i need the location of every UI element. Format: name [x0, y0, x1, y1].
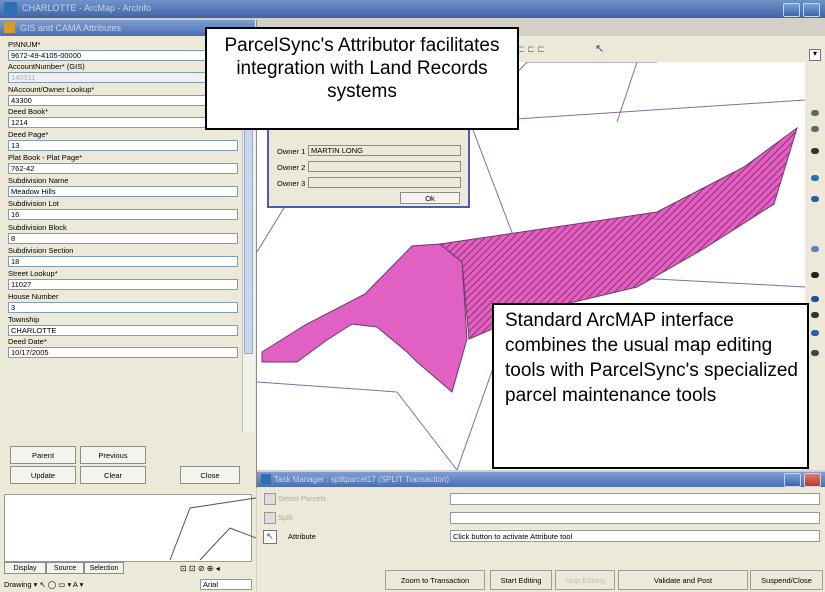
field-label: Deed Book*	[8, 107, 49, 116]
stop-editing-button: Stop Editing	[555, 570, 615, 590]
back-extent-icon[interactable]	[811, 196, 819, 202]
attributor-callout: ParcelSync's Attributor facilitates inte…	[205, 27, 519, 130]
field-label: Subdivision Name	[8, 176, 69, 185]
field-deed-date[interactable]: 10/17/2005	[8, 347, 238, 358]
attributes-icon	[4, 22, 15, 33]
task-manager-title-bar: Task Manager : splitparcel17 (SPLIT Tran…	[257, 472, 825, 487]
field-label: Deed Page*	[8, 130, 49, 139]
suspend-close-button[interactable]: Suspend/Close	[750, 570, 823, 590]
field-subdivision-section[interactable]: 18	[8, 256, 238, 267]
owner2-field[interactable]	[308, 161, 461, 172]
tab-display[interactable]: Display	[4, 562, 46, 574]
update-button[interactable]: Update	[10, 466, 76, 484]
field-plat-book[interactable]: 762-42	[8, 163, 238, 174]
field-owner-lookup[interactable]: 43300	[8, 95, 238, 106]
attribute-label: Attribute	[288, 532, 316, 541]
owner2-label: Owner 2	[277, 163, 306, 172]
field-label: House Number	[8, 292, 59, 301]
field-label: Subdivision Block	[8, 223, 67, 232]
maximize-button[interactable]	[803, 3, 820, 17]
field-account-number: 140311	[8, 72, 238, 83]
zoom-out-icon[interactable]	[811, 126, 819, 132]
toc-options-icons[interactable]: ⊡ ⊡ ⊘ ⊕ ◂	[180, 564, 220, 573]
field-label: Subdivision Lot	[8, 199, 59, 208]
pan-icon[interactable]	[811, 148, 819, 154]
field-label: NAccount/Owner Lookup*	[8, 85, 95, 94]
find-icon[interactable]	[811, 312, 819, 318]
drawing-label: Drawing	[4, 580, 32, 589]
arcmap-callout: Standard ArcMAP interface combines the u…	[492, 303, 809, 469]
owner1-label: Owner 1	[277, 147, 306, 156]
task-manager-title: Task Manager : splitparcel17 (SPLIT Tran…	[274, 475, 450, 484]
select-parcels-status	[450, 493, 820, 505]
drawing-menu[interactable]: Drawing ▾ ↖ ◯ ▭ ▾ A ▾	[4, 580, 83, 589]
select-parcels-icon[interactable]	[264, 493, 276, 505]
field-pinnum[interactable]: 9672-49-4105-00000	[8, 50, 238, 61]
globe-icon[interactable]	[811, 175, 819, 181]
field-township[interactable]: CHARLOTTE	[8, 325, 238, 336]
split-status	[450, 512, 820, 524]
start-editing-button[interactable]: Start Editing	[490, 570, 552, 590]
arcmap-globe-icon	[4, 2, 17, 15]
ok-button[interactable]: Ok	[400, 192, 460, 204]
parent-button[interactable]: Parent	[10, 446, 76, 464]
identify-icon[interactable]	[811, 246, 819, 252]
dock-toggle-button[interactable]: ▾	[809, 49, 821, 61]
tab-selection[interactable]: Selection	[84, 562, 124, 574]
field-house-number[interactable]: 3	[8, 302, 238, 313]
validate-and-post-button[interactable]: Validate and Post	[618, 570, 748, 590]
tab-source[interactable]: Source	[46, 562, 84, 574]
field-subdivision-lot[interactable]: 16	[8, 209, 238, 220]
table-of-contents	[0, 488, 256, 592]
attribute-tool-icon[interactable]: ↖	[595, 42, 609, 56]
field-label: PINNUM*	[8, 40, 41, 49]
clear-button[interactable]: Clear	[80, 466, 146, 484]
task-manager-icon	[261, 474, 271, 484]
previous-button[interactable]: Previous	[80, 446, 146, 464]
select-parcels-label: Select Parcels	[278, 494, 326, 503]
attribute-status: Click button to activate Attribute tool	[450, 530, 820, 542]
owner3-label: Owner 3	[277, 179, 306, 188]
field-label: AccountNumber* (GIS)	[8, 62, 85, 71]
split-icon[interactable]	[264, 512, 276, 524]
field-street-lookup[interactable]: 11027	[8, 279, 238, 290]
overview-map	[169, 497, 256, 560]
field-label: Plat Book - Plat Page*	[8, 153, 83, 162]
tm-close-button[interactable]	[804, 473, 821, 487]
info-icon[interactable]	[811, 296, 819, 302]
field-label: Township	[8, 315, 40, 324]
field-subdivision-block[interactable]: 8	[8, 233, 238, 244]
pointer-icon[interactable]	[811, 272, 819, 278]
owner3-field[interactable]	[308, 177, 461, 188]
field-label: Deed Date*	[8, 337, 47, 346]
app-title-bar: CHARLOTTE - ArcMap - ArcInfo	[0, 0, 825, 18]
field-label: Street Lookup*	[8, 269, 58, 278]
attribute-tool-icon[interactable]: ↖	[263, 530, 277, 544]
hyperlink-icon[interactable]	[811, 350, 819, 356]
field-subdivision-name[interactable]: Meadow Hills	[8, 186, 238, 197]
split-label: Split	[278, 513, 293, 522]
close-button[interactable]: Close	[180, 466, 240, 484]
minimize-button[interactable]	[783, 3, 800, 17]
field-deed-book[interactable]: 1214	[8, 117, 238, 128]
zoom-in-icon[interactable]	[811, 110, 819, 116]
font-dropdown[interactable]: Arial	[200, 579, 252, 590]
field-deed-page[interactable]: 13	[8, 140, 238, 151]
tm-minimize-button[interactable]	[784, 473, 801, 487]
field-label: Subdivision Section	[8, 246, 74, 255]
attributes-panel-title: GIS and CAMA Attributes	[20, 23, 122, 33]
parcel-selected[interactable]	[261, 243, 468, 393]
measure-icon[interactable]	[811, 330, 819, 336]
zoom-to-transaction-button[interactable]: Zoom to Transaction	[385, 570, 485, 590]
app-title: CHARLOTTE - ArcMap - ArcInfo	[22, 3, 152, 13]
owner1-field[interactable]: MARTIN LONG	[308, 145, 461, 156]
